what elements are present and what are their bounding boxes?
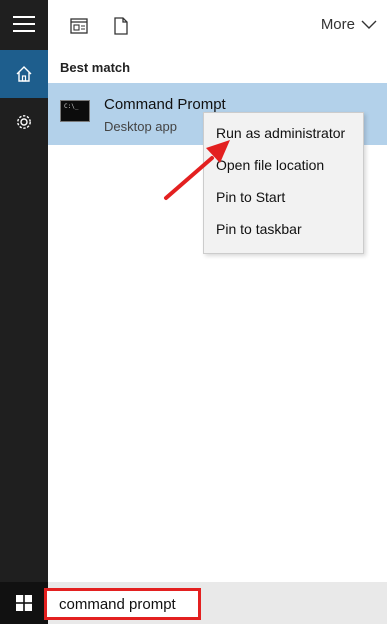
windows-logo-icon [16,595,32,611]
best-match-heading: Best match [60,60,131,75]
menu-item-run-as-administrator[interactable]: Run as administrator [216,125,345,141]
start-menu-search-window: More Best match C:\_ Command Prompt Desk… [0,0,387,624]
left-rail [0,0,48,582]
documents-filter-button[interactable] [68,15,90,37]
start-button[interactable] [0,582,48,624]
chevron-down-icon [361,20,377,29]
taskbar [0,582,387,624]
more-label: More [320,16,355,33]
more-button[interactable]: More [321,16,377,33]
command-prompt-icon-text: C:\_ [64,103,79,110]
menu-item-pin-to-start[interactable]: Pin to Start [216,189,285,205]
context-menu: Run as administrator Open file location … [203,112,364,254]
hamburger-icon [13,16,35,32]
search-input[interactable] [59,592,199,616]
command-prompt-icon: C:\_ [60,100,90,122]
hamburger-button[interactable] [0,0,48,48]
home-icon [16,66,32,82]
settings-button[interactable] [0,98,48,146]
menu-item-pin-to-taskbar[interactable]: Pin to taskbar [216,221,302,237]
file-filter-button[interactable] [110,15,132,37]
menu-item-open-file-location[interactable]: Open file location [216,157,324,173]
search-box-highlight [44,588,201,620]
top-toolbar: More [48,0,387,50]
file-icon [114,17,128,35]
result-app-name: Command Prompt [104,96,226,113]
settings-icon [17,115,31,129]
result-app-type: Desktop app [104,119,177,134]
documents-icon [70,18,88,34]
home-button[interactable] [0,50,48,98]
